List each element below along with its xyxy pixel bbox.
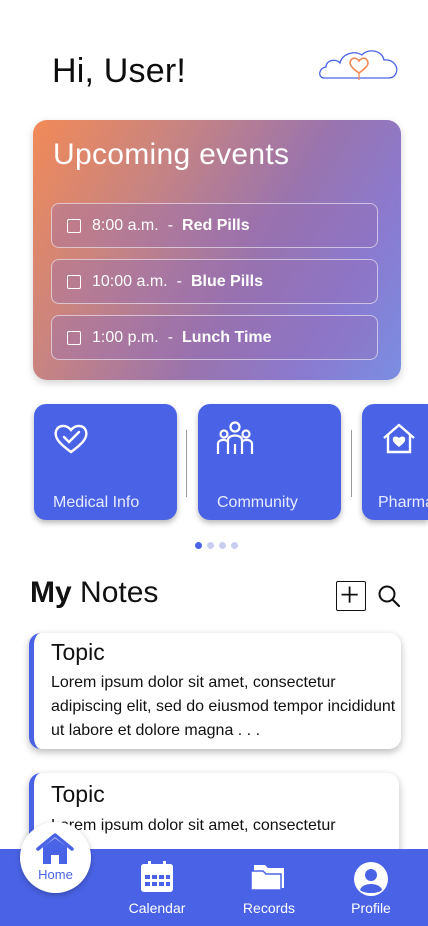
event-name: Blue Pills [190,272,263,290]
note-body: Lorem ipsum dolor sit amet, consectetur [51,817,336,834]
house-heart-icon [383,423,415,454]
event-checkbox[interactable] [67,330,81,345]
tile-medical-info[interactable]: Medical Info [34,404,177,520]
notes-title: My Notes [30,576,158,610]
event-item[interactable]: 1:00 p.m. - Lunch Time [51,315,378,360]
nav-item-home[interactable]: Home [20,822,91,893]
nav-label: Home [38,867,73,882]
nav-item-profile[interactable]: Profile [336,849,406,926]
tile-divider [351,430,352,497]
folder-icon [250,865,284,891]
carousel-dot[interactable] [207,542,214,549]
upcoming-events-card: Upcoming events 8:00 a.m. - Red Pills 10… [33,120,401,380]
home-icon [36,833,74,864]
note-topic: Topic [51,781,105,807]
event-separator: - [167,328,174,346]
carousel-dot-active[interactable] [195,542,202,549]
nav-label: Records [242,900,296,916]
event-time: 8:00 a.m. [92,216,159,234]
event-checkbox[interactable] [67,274,81,289]
tile-label: Pharmacy [378,494,428,511]
event-item[interactable]: 8:00 a.m. - Red Pills [51,203,378,248]
plus-icon [341,586,358,603]
carousel-dot[interactable] [219,542,226,549]
event-time: 1:00 p.m. [92,328,159,346]
people-icon [216,421,254,454]
nav-item-records[interactable]: Records [229,849,309,926]
note-card[interactable]: Topic Lorem ipsum dolor sit amet, consec… [29,633,401,749]
note-topic: Topic [51,639,105,665]
carousel-dot[interactable] [231,542,238,549]
event-item[interactable]: 10:00 a.m. - Blue Pills [51,259,378,304]
nav-item-calendar[interactable]: Calendar [116,849,198,926]
tile-pharmacy[interactable]: Pharmacy [362,404,428,520]
tile-divider [186,430,187,497]
event-name: Lunch Time [182,328,272,346]
user-icon [354,862,388,896]
event-checkbox[interactable] [67,218,81,233]
tile-label: Community [217,494,298,511]
event-separator: - [167,216,174,234]
search-icon[interactable] [376,583,402,609]
event-separator: - [176,272,182,290]
nav-label: Profile [351,900,391,916]
events-title: Upcoming events [53,138,290,171]
event-name: Red Pills [182,216,250,234]
carousel-indicator [195,542,238,549]
tile-label: Medical Info [53,494,140,511]
note-body: Lorem ipsum dolor sit amet, consectetur … [51,674,396,739]
nav-label: Calendar [128,900,186,916]
event-time: 10:00 a.m. [92,272,168,290]
notes-title-bold: My [30,576,72,609]
heart-check-icon [54,424,88,454]
notes-title-rest: Notes [80,576,159,609]
calendar-icon [141,861,173,892]
cloud-heart-icon [319,50,398,80]
tile-community[interactable]: Community [198,404,341,520]
greeting-title: Hi, User! [52,52,187,90]
add-note-button[interactable] [336,581,366,611]
